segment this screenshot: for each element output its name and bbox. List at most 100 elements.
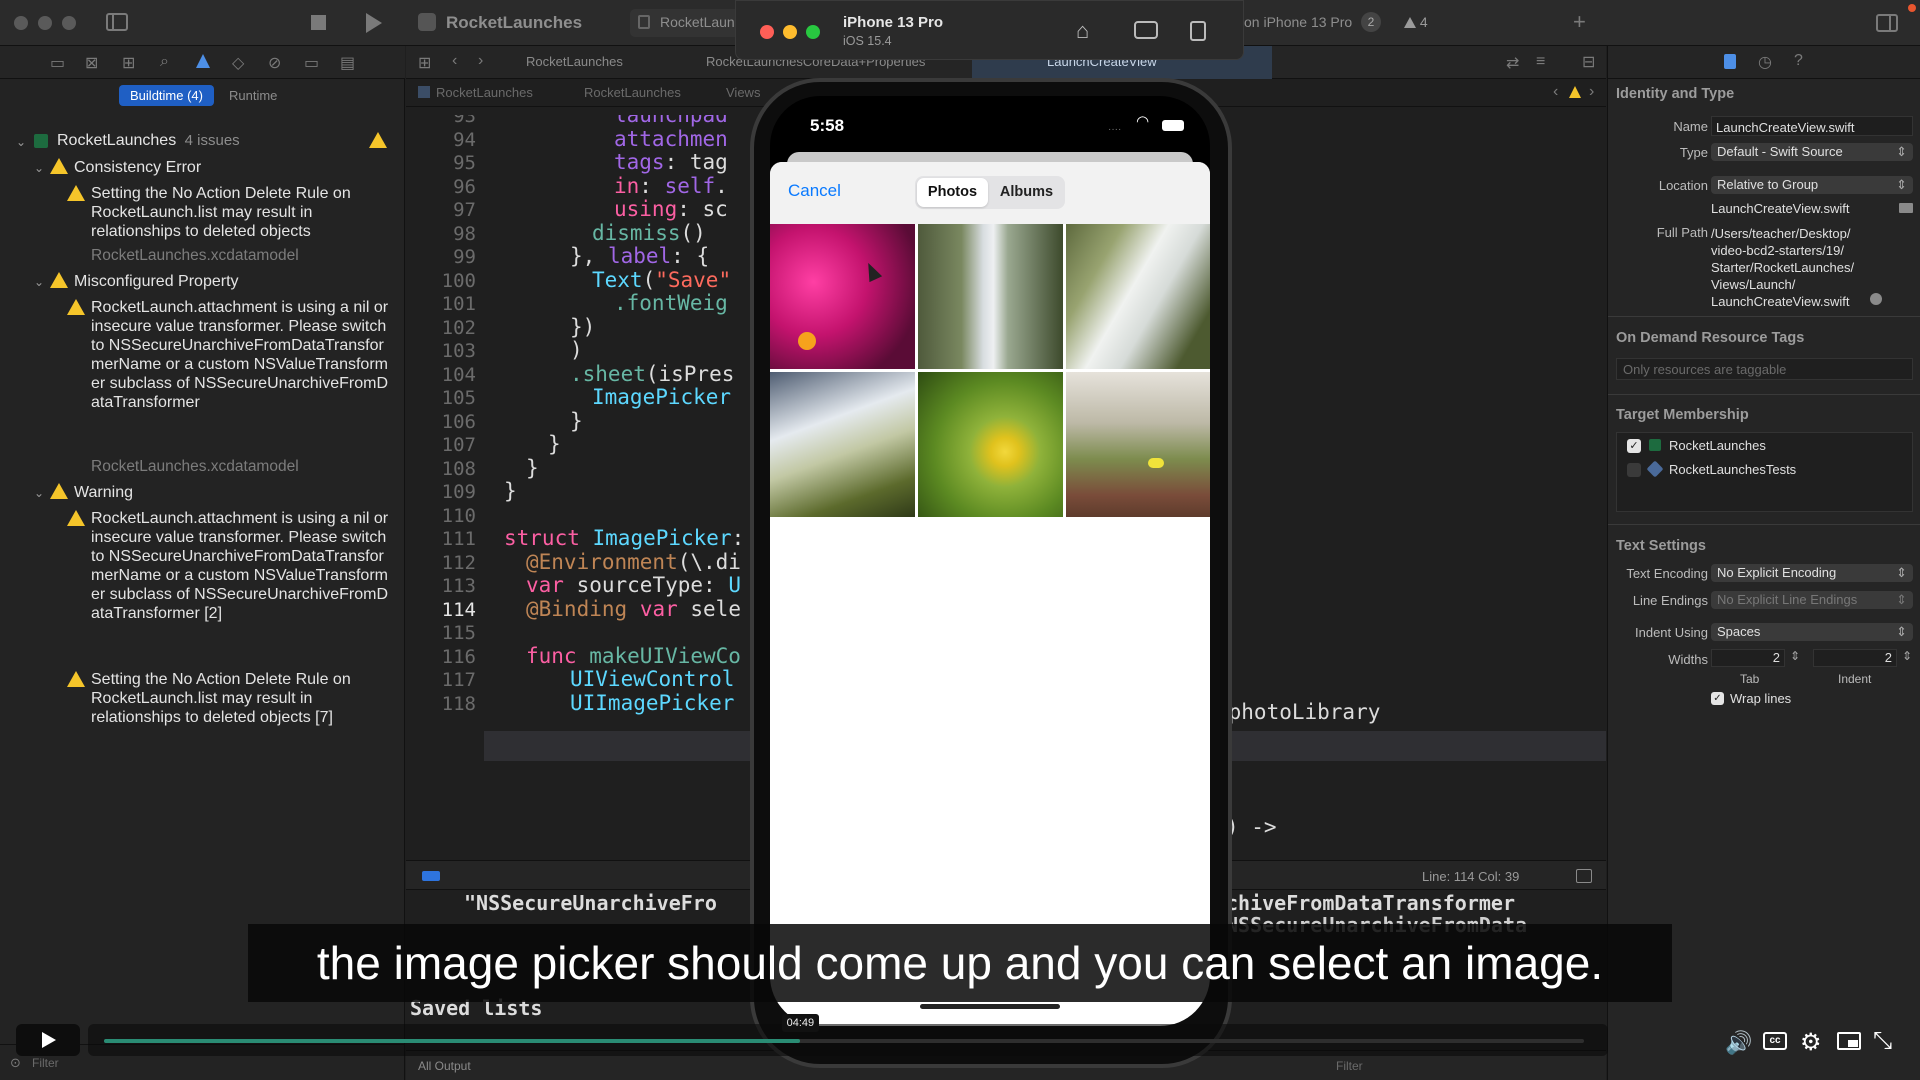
picture-in-picture-icon[interactable] [1837, 1032, 1861, 1050]
chevron-down-icon[interactable]: ⌄ [34, 161, 44, 175]
zoom-window-button[interactable] [62, 16, 76, 30]
history-icon[interactable]: ◷ [1758, 52, 1772, 72]
lemon-tree-photo[interactable] [918, 372, 1063, 517]
name-field[interactable]: LaunchCreateView.swift [1711, 116, 1913, 136]
photos-segment[interactable]: Photos [917, 178, 988, 207]
progress-track[interactable] [104, 1039, 1584, 1043]
scheme-name[interactable]: RocketLaunches [446, 13, 582, 33]
play-button[interactable] [16, 1024, 80, 1056]
issue-file[interactable]: RocketLaunches.xcdatamodel [91, 458, 299, 476]
forward-icon[interactable]: › [478, 52, 483, 70]
breadcrumb[interactable]: RocketLaunches [436, 85, 533, 100]
wrap-lines-checkbox[interactable]: ✓ [1711, 692, 1724, 705]
albums-segment[interactable]: Albums [990, 178, 1063, 207]
debug-icon[interactable]: ⊘ [268, 53, 281, 73]
minimize-simulator-button[interactable] [783, 25, 797, 39]
close-window-button[interactable] [14, 16, 28, 30]
checkbox-unchecked[interactable] [1627, 463, 1641, 477]
run-icon[interactable] [366, 13, 382, 33]
chevron-down-icon[interactable]: ⌄ [34, 275, 44, 289]
warning-count[interactable]: 4 [1404, 14, 1428, 30]
search-icon[interactable]: ⌕ [160, 53, 169, 71]
line-endings-popup[interactable]: No Explicit Line Endings ⇕ [1711, 591, 1913, 609]
line-number: 117 [441, 669, 476, 691]
file-tab[interactable]: RocketLaun [630, 9, 740, 37]
back-icon[interactable]: ‹ [452, 52, 457, 70]
rotate-icon[interactable] [1190, 21, 1206, 41]
tab-width-field[interactable]: 2 [1711, 649, 1785, 667]
folder-icon[interactable]: ▭ [50, 53, 65, 73]
cancel-button[interactable]: Cancel [788, 181, 841, 201]
time-tooltip: 04:49 [781, 1014, 820, 1032]
stream-photo[interactable] [1066, 224, 1210, 369]
issue-group-title[interactable]: Consistency Error [74, 158, 201, 177]
chevron-down-icon[interactable]: ⌄ [34, 486, 44, 500]
source-control-icon[interactable]: ⊠ [85, 53, 98, 73]
split-editor-icon[interactable]: ⊟ [1582, 52, 1595, 72]
indent-width-field[interactable]: 2 [1813, 649, 1897, 667]
screenshot-icon[interactable] [1134, 21, 1158, 39]
encoding-popup[interactable]: No Explicit Encoding ⇕ [1711, 564, 1913, 582]
issue-item[interactable]: Setting the No Action Delete Rule on Roc… [91, 670, 391, 727]
breadcrumb[interactable]: RocketLaunches [584, 85, 681, 100]
volume-icon[interactable]: 🔊 [1725, 1030, 1752, 1056]
folder-icon[interactable] [1899, 203, 1913, 213]
lines-icon[interactable]: ≡ [1536, 53, 1545, 71]
issue-item[interactable]: RocketLaunch.attachment is using a nil o… [91, 298, 391, 412]
captions-icon[interactable]: cc [1763, 1032, 1787, 1050]
buildtime-segment[interactable]: Buildtime (4) [119, 85, 214, 106]
report-icon[interactable]: ▤ [340, 53, 355, 73]
refresh-icon[interactable]: ⇄ [1506, 53, 1519, 73]
zoom-simulator-button[interactable] [806, 25, 820, 39]
warning-icon[interactable] [1569, 86, 1581, 98]
meadow-photo[interactable] [1066, 372, 1210, 517]
settings-gear-icon[interactable]: ⚙ [1800, 1028, 1822, 1057]
close-simulator-button[interactable] [760, 25, 774, 39]
project-row[interactable]: RocketLaunches 4 issues [57, 131, 240, 150]
hierarchy-icon[interactable]: ⊞ [122, 53, 135, 73]
minimize-window-button[interactable] [38, 16, 52, 30]
reveal-arrow-icon[interactable] [1870, 293, 1882, 305]
stepper-icon[interactable]: ⇕ [1902, 649, 1912, 663]
tab-rocketlaunches[interactable]: RocketLaunches [526, 54, 623, 69]
breakpoint-icon[interactable]: ▭ [304, 53, 319, 73]
prev-issue-icon[interactable]: ‹ [1553, 83, 1558, 101]
console-toggle-icon[interactable] [1576, 869, 1592, 883]
inspector-toggle-icon[interactable] [1876, 14, 1898, 32]
add-icon[interactable]: + [1573, 9, 1586, 35]
stop-icon[interactable] [311, 15, 326, 30]
location-popup[interactable]: Relative to Group ⇕ [1711, 176, 1913, 194]
run-destination[interactable]: on iPhone 13 Pro [1244, 14, 1352, 30]
file-inspector-icon[interactable] [1724, 54, 1736, 69]
project-name: RocketLaunches [57, 132, 177, 149]
stepper-icon[interactable]: ⇕ [1790, 649, 1800, 663]
chevron-down-icon[interactable]: ⌄ [16, 135, 26, 149]
flowers-photo[interactable] [770, 224, 915, 369]
exit-fullscreen-icon[interactable]: ⤡ [1873, 1027, 1892, 1055]
grid-icon[interactable]: ⊞ [418, 53, 431, 73]
breadcrumb[interactable]: Views [726, 85, 760, 100]
runtime-segment[interactable]: Runtime [229, 88, 277, 103]
issue-navigator-icon[interactable] [196, 54, 210, 68]
home-icon[interactable]: ⌂ [1076, 18, 1089, 44]
next-issue-icon[interactable]: › [1589, 83, 1594, 101]
breakpoint-toggle-icon[interactable] [422, 871, 440, 881]
section-title: Identity and Type [1616, 86, 1735, 102]
iphone-screen: 5:58 ···· ◠ Cancel Photos Albums [770, 96, 1210, 1026]
issue-group-title[interactable]: Misconfigured Property [74, 272, 239, 291]
type-popup[interactable]: Default - Swift Source ⇕ [1711, 143, 1913, 161]
issue-item[interactable]: Setting the No Action Delete Rule on Roc… [91, 184, 391, 241]
indent-popup[interactable]: Spaces ⇕ [1711, 623, 1913, 641]
test-icon[interactable]: ◇ [232, 53, 244, 73]
cliff-waterfall-photo[interactable] [770, 372, 915, 517]
issue-file[interactable]: RocketLaunches.xcdatamodel [91, 247, 299, 265]
sidebar-toggle-icon[interactable] [106, 13, 128, 31]
code-fragment: .photoLibrary [1216, 700, 1381, 724]
issue-group-title[interactable]: Warning [74, 483, 133, 502]
waterfall-photo[interactable] [918, 224, 1063, 369]
field-label: Text Encoding [1626, 566, 1708, 581]
help-icon[interactable]: ? [1794, 52, 1803, 70]
checkbox-checked[interactable]: ✓ [1627, 439, 1641, 453]
issue-item[interactable]: RocketLaunch.attachment is using a nil o… [91, 509, 391, 623]
tags-field[interactable]: Only resources are taggable [1616, 358, 1913, 380]
